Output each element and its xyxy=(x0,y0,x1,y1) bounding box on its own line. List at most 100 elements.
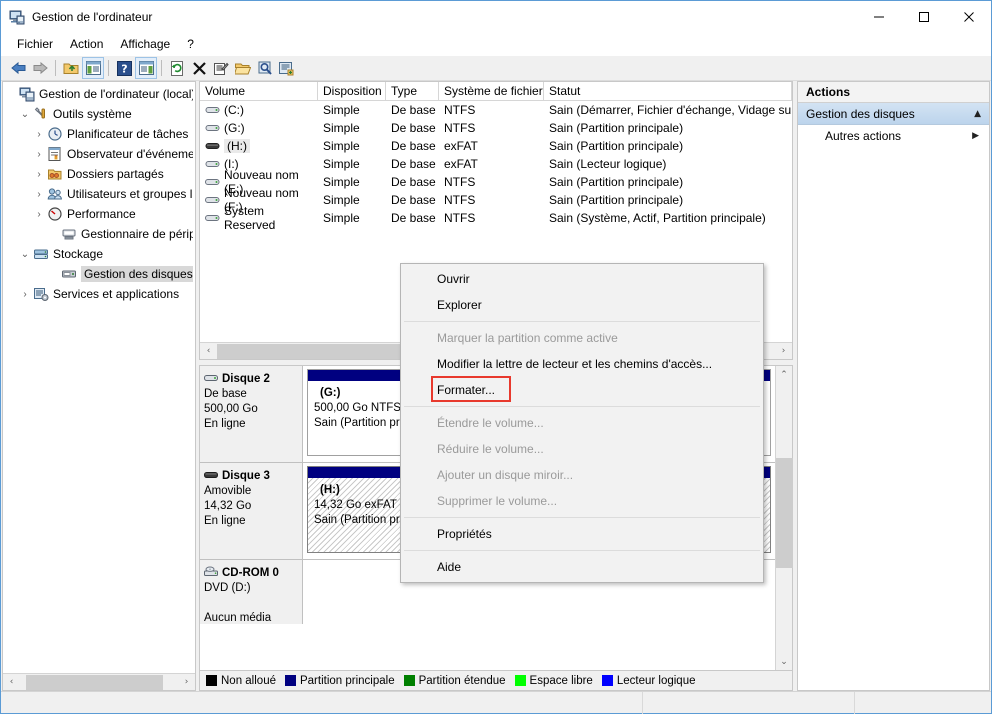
column-header-disposition[interactable]: Disposition xyxy=(318,82,386,100)
disk-info[interactable]: CD-ROM 0 DVD (D:) Aucun média xyxy=(200,560,303,624)
actions-group-label: Gestion des disques xyxy=(806,107,915,121)
refresh-icon[interactable] xyxy=(166,57,188,79)
chevron-right-icon[interactable]: › xyxy=(31,186,47,202)
menu-aide[interactable]: ? xyxy=(179,35,202,53)
column-header-status[interactable]: Statut xyxy=(544,82,792,100)
sidebar-item-disk-management[interactable]: Gestion des disques xyxy=(3,264,195,284)
tree-item-computer-management[interactable]: Gestion de l'ordinateur (local) xyxy=(3,84,195,104)
table-row[interactable]: (G:) Simple De base NTFS Sain (Partition… xyxy=(200,119,792,137)
search-icon[interactable] xyxy=(254,57,276,79)
menu-fichier[interactable]: Fichier xyxy=(9,35,61,53)
cell-filesystem: NTFS xyxy=(439,103,544,117)
legend-item-free-space: Espace libre xyxy=(515,675,593,687)
tree-scroll-thumb[interactable] xyxy=(26,675,163,690)
context-menu-item-modifier-lettre-lecteur[interactable]: Modifier la lettre de lecteur et les che… xyxy=(401,351,763,377)
context-menu-separator xyxy=(404,406,760,407)
actions-group-disk-management[interactable]: Gestion des disques ▲ xyxy=(798,103,989,125)
rescan-disks-icon[interactable] xyxy=(276,57,298,79)
chevron-right-icon[interactable]: › xyxy=(31,206,47,222)
show-action-pane-icon[interactable] xyxy=(135,57,157,79)
tree-item-storage[interactable]: ⌄ Stockage xyxy=(3,244,195,264)
collapse-chevron-icon[interactable]: ▲ xyxy=(974,109,981,119)
tree-horizontal-scrollbar[interactable]: ‹ › xyxy=(3,673,195,690)
legend-swatch xyxy=(285,675,296,686)
table-row[interactable]: (C:) Simple De base NTFS Sain (Démarrer,… xyxy=(200,101,792,119)
context-menu-item-ouvrir[interactable]: Ouvrir xyxy=(401,266,763,292)
computer-management-window: Gestion de l'ordinateur Fichier Action A… xyxy=(0,0,992,714)
cell-status: Sain (Partition principale) xyxy=(544,175,792,189)
cdrom-status: Aucun média xyxy=(204,611,298,626)
hard-disk-icon xyxy=(205,192,221,208)
tree-item-system-tools[interactable]: ⌄ Outils système xyxy=(3,104,195,124)
scroll-right-arrow-icon[interactable]: › xyxy=(775,344,792,359)
back-icon[interactable] xyxy=(7,57,29,79)
chevron-right-icon[interactable]: › xyxy=(17,286,33,302)
disk-view-vertical-scrollbar[interactable]: ⌃ ⌄ xyxy=(775,366,792,670)
column-header-filesystem[interactable]: Système de fichiers xyxy=(439,82,544,100)
close-button[interactable] xyxy=(946,1,991,32)
disk-info[interactable]: Disque 2 De base 500,00 Go En ligne xyxy=(200,366,303,462)
tree-item-device-manager[interactable]: Gestionnaire de périphé xyxy=(3,224,195,244)
cell-status: Sain (Système, Actif, Partition principa… xyxy=(544,211,792,225)
actions-item-autres-actions[interactable]: Autres actions ▶ xyxy=(798,125,989,147)
status-bar xyxy=(1,691,991,713)
scroll-left-arrow-icon[interactable]: ‹ xyxy=(200,344,217,359)
minimize-button[interactable] xyxy=(856,1,901,32)
up-folder-icon[interactable] xyxy=(60,57,82,79)
legend-item-unallocated: Non alloué xyxy=(206,675,276,687)
show-hide-tree-icon[interactable] xyxy=(82,57,104,79)
chevron-down-icon[interactable]: ⌄ xyxy=(17,106,33,122)
cell-type: De base xyxy=(386,157,439,171)
tree-item-local-users-groups[interactable]: › Utilisateurs et groupes l xyxy=(3,184,195,204)
scroll-left-arrow-icon[interactable]: ‹ xyxy=(3,675,20,690)
submenu-chevron-icon[interactable]: ▶ xyxy=(972,131,979,141)
context-menu-item-aide[interactable]: Aide xyxy=(401,554,763,580)
disk-status: En ligne xyxy=(204,514,298,529)
disk-scroll-track[interactable] xyxy=(776,383,793,653)
tree-item-shared-folders[interactable]: › Dossiers partagés xyxy=(3,164,195,184)
menu-action[interactable]: Action xyxy=(62,35,111,53)
properties-icon[interactable] xyxy=(210,57,232,79)
column-header-type[interactable]: Type xyxy=(386,82,439,100)
hard-disk-icon xyxy=(205,102,221,118)
chevron-right-icon[interactable]: › xyxy=(31,126,47,142)
tree-item-event-viewer[interactable]: › ! Observateur d'événeme xyxy=(3,144,195,164)
delete-icon[interactable] xyxy=(188,57,210,79)
open-folder-icon[interactable] xyxy=(232,57,254,79)
disk-scroll-thumb[interactable] xyxy=(776,458,793,568)
tree-item-performance[interactable]: › Performance xyxy=(3,204,195,224)
menu-affichage[interactable]: Affichage xyxy=(112,35,178,53)
scroll-right-arrow-icon[interactable]: › xyxy=(178,675,195,690)
context-menu-item-explorer[interactable]: Explorer xyxy=(401,292,763,318)
cell-disposition: Simple xyxy=(318,211,386,225)
scroll-down-arrow-icon[interactable]: ⌄ xyxy=(776,653,793,670)
tree-item-label: Stockage xyxy=(53,247,103,261)
chevron-down-icon[interactable]: ⌄ xyxy=(17,246,33,262)
maximize-button[interactable] xyxy=(901,1,946,32)
disk-name: CD-ROM 0 xyxy=(222,567,279,579)
tree-item-label: Outils système xyxy=(53,107,132,121)
toolbar-separator xyxy=(161,60,162,76)
twisty-none xyxy=(45,226,61,242)
hard-disk-icon xyxy=(204,372,220,385)
tree-scroll-track[interactable] xyxy=(20,675,178,690)
cell-filesystem: NTFS xyxy=(439,193,544,207)
forward-icon[interactable] xyxy=(29,57,51,79)
tree-item-task-scheduler[interactable]: › Planificateur de tâches xyxy=(3,124,195,144)
chevron-right-icon[interactable]: › xyxy=(31,166,47,182)
disk-capacity: 14,32 Go xyxy=(204,499,298,514)
help-icon[interactable]: ? xyxy=(113,57,135,79)
volume-name: (C:) xyxy=(224,103,244,117)
context-menu-item-proprietes[interactable]: Propriétés xyxy=(401,521,763,547)
cell-type: De base xyxy=(386,175,439,189)
scroll-up-arrow-icon[interactable]: ⌃ xyxy=(776,366,793,383)
column-header-volume[interactable]: Volume xyxy=(200,82,318,100)
chevron-right-icon[interactable]: › xyxy=(31,146,47,162)
context-menu-item-formater[interactable]: Formater... xyxy=(401,377,763,403)
tree-item-services-applications[interactable]: › Services et applications xyxy=(3,284,195,304)
table-row[interactable]: System Reserved Simple De base NTFS Sain… xyxy=(200,209,792,227)
cdrom-drive-letter: DVD (D:) xyxy=(204,581,298,596)
tree-item-label: Performance xyxy=(67,207,136,221)
table-row-selected[interactable]: (H:) Simple De base exFAT Sain (Partitio… xyxy=(200,137,792,155)
disk-info[interactable]: Disque 3 Amovible 14,32 Go En ligne xyxy=(200,463,303,559)
